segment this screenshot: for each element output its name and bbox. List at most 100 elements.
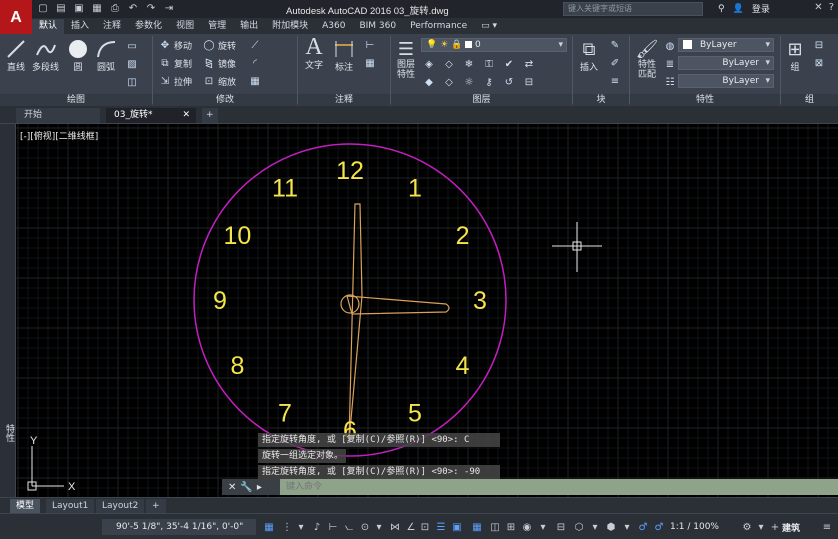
ribbon-tab[interactable]: Performance: [403, 19, 474, 34]
infer-icon[interactable]: ♪: [310, 520, 324, 534]
wrench-icon[interactable]: 🔧: [240, 482, 252, 493]
linetype-icon[interactable]: ≣: [664, 58, 676, 70]
clock-number[interactable]: 1: [408, 174, 422, 202]
unlock-icon[interactable]: ⚷: [483, 76, 495, 88]
polyline-button[interactable]: 多段线: [32, 38, 59, 73]
user-icon[interactable]: 👤: [733, 4, 744, 14]
clock-number[interactable]: 2: [456, 222, 470, 250]
insert-button[interactable]: ⧉ 插入: [577, 38, 601, 74]
new-layout-button[interactable]: +: [146, 499, 166, 513]
ribbon-tab[interactable]: 默认: [32, 18, 65, 34]
quick-properties-icon[interactable]: ▾: [620, 520, 634, 534]
open-file-icon[interactable]: ▤: [54, 2, 68, 15]
scale-button[interactable]: ⊡ 缩放: [203, 75, 236, 88]
annotation-visibility-icon[interactable]: ⊟: [554, 520, 568, 534]
group-group-label[interactable]: 组: [781, 94, 838, 106]
layer-previous-icon[interactable]: ↺: [503, 76, 515, 88]
clock-number[interactable]: 9: [213, 287, 227, 315]
grid-icon[interactable]: ▦: [262, 520, 276, 534]
layer-off-icon[interactable]: ◈: [423, 58, 435, 70]
layer-properties-button[interactable]: ☰ 图层特性: [393, 38, 419, 81]
ribbon-tab[interactable]: 参数化: [128, 19, 169, 34]
otrack-icon[interactable]: ∠: [404, 520, 418, 534]
layer-freeze-icon[interactable]: ❄: [463, 58, 475, 70]
workspace-icon[interactable]: ⬡: [572, 520, 586, 534]
color-dropdown[interactable]: ByLayer: [678, 38, 774, 52]
customize-icon[interactable]: ≡: [820, 520, 834, 534]
isodraft-icon[interactable]: ⋈: [388, 520, 402, 534]
trim-icon[interactable]: ⟋: [249, 39, 261, 51]
coordinates-readout[interactable]: 90'-5 1/8", 35'-4 1/16", 0'-0": [102, 519, 256, 535]
color-wheel-icon[interactable]: ◍: [664, 40, 676, 52]
dynamic-ucs-icon[interactable]: ⊞: [504, 520, 518, 534]
transparency-icon[interactable]: ▣: [450, 520, 464, 534]
ribbon-tab[interactable]: 视图: [169, 19, 201, 34]
close-icon[interactable]: ✕: [228, 482, 236, 493]
edit-attributes-icon[interactable]: ≡: [609, 75, 621, 87]
3d-osnap-icon[interactable]: ◫: [488, 520, 502, 534]
workspace-mode[interactable]: 建筑: [782, 521, 800, 534]
table-icon[interactable]: ▦: [364, 57, 376, 69]
layout2-tab[interactable]: Layout2: [96, 499, 145, 513]
dynamic-input-icon[interactable]: ⊢: [326, 520, 340, 534]
edit-block-icon[interactable]: ✐: [609, 57, 621, 69]
annotation-scale-icon[interactable]: ♂: [636, 520, 650, 534]
clock-number[interactable]: 8: [230, 352, 244, 380]
save-as-icon[interactable]: ▦: [90, 2, 104, 15]
viewport-controls-label[interactable]: [-][俯视][二维线框]: [20, 129, 98, 142]
list-icon[interactable]: ☷: [664, 76, 676, 88]
help-icon[interactable]: ?: [829, 2, 834, 13]
rotate-button[interactable]: ◯ 旋转: [203, 39, 236, 52]
stretch-button[interactable]: ⇲ 拉伸: [159, 75, 192, 88]
osnap-icon[interactable]: ⊡: [418, 520, 432, 534]
group-button[interactable]: ⊞ 组: [783, 38, 807, 74]
print-icon[interactable]: ⎙: [108, 2, 122, 15]
ribbon-tab-options-icon[interactable]: ▭ ▾: [474, 19, 504, 34]
command-input[interactable]: [280, 479, 838, 495]
clock-number[interactable]: 5: [408, 400, 422, 428]
snap-icon[interactable]: ⋮: [280, 520, 294, 534]
annotation-auto-icon[interactable]: ♂: [652, 520, 666, 534]
binoculars-icon[interactable]: ⚲: [718, 4, 725, 14]
array-icon[interactable]: ▦: [249, 75, 261, 87]
ortho-icon[interactable]: ⦦: [342, 520, 356, 534]
modify-group-label[interactable]: 修改: [153, 94, 297, 106]
region-icon[interactable]: ◫: [126, 76, 138, 88]
layers-group-label[interactable]: 图层: [391, 94, 572, 106]
hatch-icon[interactable]: ▨: [126, 58, 138, 70]
snap-dropdown-icon[interactable]: ▾: [294, 520, 308, 534]
new-file-icon[interactable]: ▢: [36, 2, 50, 15]
ungroup-icon[interactable]: ⊟: [813, 39, 825, 51]
make-current-icon[interactable]: ✔: [503, 58, 515, 70]
lineweight-dropdown[interactable]: ByLayer: [678, 74, 774, 88]
copy-button[interactable]: ⧉ 复制: [159, 57, 192, 70]
text-button[interactable]: A 文字: [302, 34, 326, 72]
properties-group-label[interactable]: 特性: [630, 94, 780, 106]
arc-button[interactable]: 圆弧: [94, 38, 118, 73]
application-menu-button[interactable]: A: [0, 0, 32, 36]
clock-number[interactable]: 4: [456, 352, 470, 380]
clock-number[interactable]: 7: [278, 400, 292, 428]
clock-number[interactable]: 11: [272, 174, 298, 202]
redo-icon[interactable]: ↷: [144, 2, 158, 15]
polar-dropdown-icon[interactable]: ▾: [372, 520, 386, 534]
ribbon-tab[interactable]: 输出: [233, 19, 265, 34]
selection-cycling-icon[interactable]: ▦: [470, 520, 484, 534]
draw-group-label[interactable]: 绘图: [0, 94, 152, 106]
polar-icon[interactable]: ⊙: [358, 520, 372, 534]
recent-commands-icon[interactable]: ▸: [257, 482, 262, 493]
units-icon[interactable]: ⬢: [604, 520, 618, 534]
share-icon[interactable]: ⇥: [162, 2, 176, 15]
block-group-label[interactable]: 块: [573, 94, 629, 106]
add-icon[interactable]: +: [768, 520, 782, 534]
layer-walk-icon[interactable]: ◆: [423, 76, 435, 88]
login-button[interactable]: 登录: [752, 2, 770, 15]
close-tab-icon[interactable]: ✕: [182, 108, 190, 123]
layout1-tab[interactable]: Layout1: [46, 499, 95, 513]
selection-filter-icon[interactable]: ◉: [520, 520, 534, 534]
settings-icon[interactable]: ⚙: [740, 520, 754, 534]
hour-hand[interactable]: [348, 203, 363, 443]
ribbon-tab[interactable]: BIM 360: [352, 19, 403, 34]
line-button[interactable]: 直线: [4, 38, 28, 73]
gizmo-icon[interactable]: ▾: [536, 520, 550, 534]
